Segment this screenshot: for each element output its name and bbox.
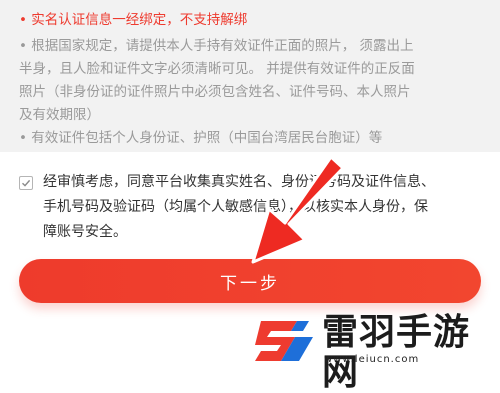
consent-text-line-3: 障账号安全。	[43, 224, 127, 240]
watermark-logo-icon	[255, 321, 313, 361]
checkmark-icon	[22, 179, 31, 187]
notice-line-requirement: • 根据国家规定，请提供本人手持有效证件正面的照片， 须露出上	[19, 38, 414, 54]
notice-panel: • 实名认证信息一经绑定，不支持解绑 • 根据国家规定，请提供本人手持有效证件正…	[0, 0, 500, 152]
notice-line-requirement-cont2: 照片（非身份证的证件照片中必须包含姓名、证件号码、本人照片	[19, 84, 411, 100]
notice-line-requirement-cont3: 及有效期限）	[19, 107, 100, 123]
watermark-url: www.leiucn.com	[324, 354, 420, 365]
next-step-button[interactable]: 下一步	[19, 259, 481, 303]
notice-line-requirement-cont: 半身，且人脸和证件文字必须清晰可见。 并提供有效证件的正反面	[19, 61, 415, 77]
notice-line-unbind-warning: • 实名认证信息一经绑定，不支持解绑	[19, 12, 248, 28]
watermark-title: 雷羽手游网	[322, 312, 471, 393]
next-step-label: 下一步	[220, 273, 280, 294]
notice-line-valid-ids: • 有效证件包括个人身份证、护照（中国台湾居民台胞证）等	[19, 130, 383, 146]
consent-text-line-2: 手机号码及验证码（均属个人敏感信息），以核实本人身份，保	[43, 199, 428, 215]
consent-checkbox[interactable]	[19, 176, 33, 190]
consent-text-line-1: 经审慎考虑，同意平台收集真实姓名、身份证号码及证件信息、	[43, 174, 435, 190]
